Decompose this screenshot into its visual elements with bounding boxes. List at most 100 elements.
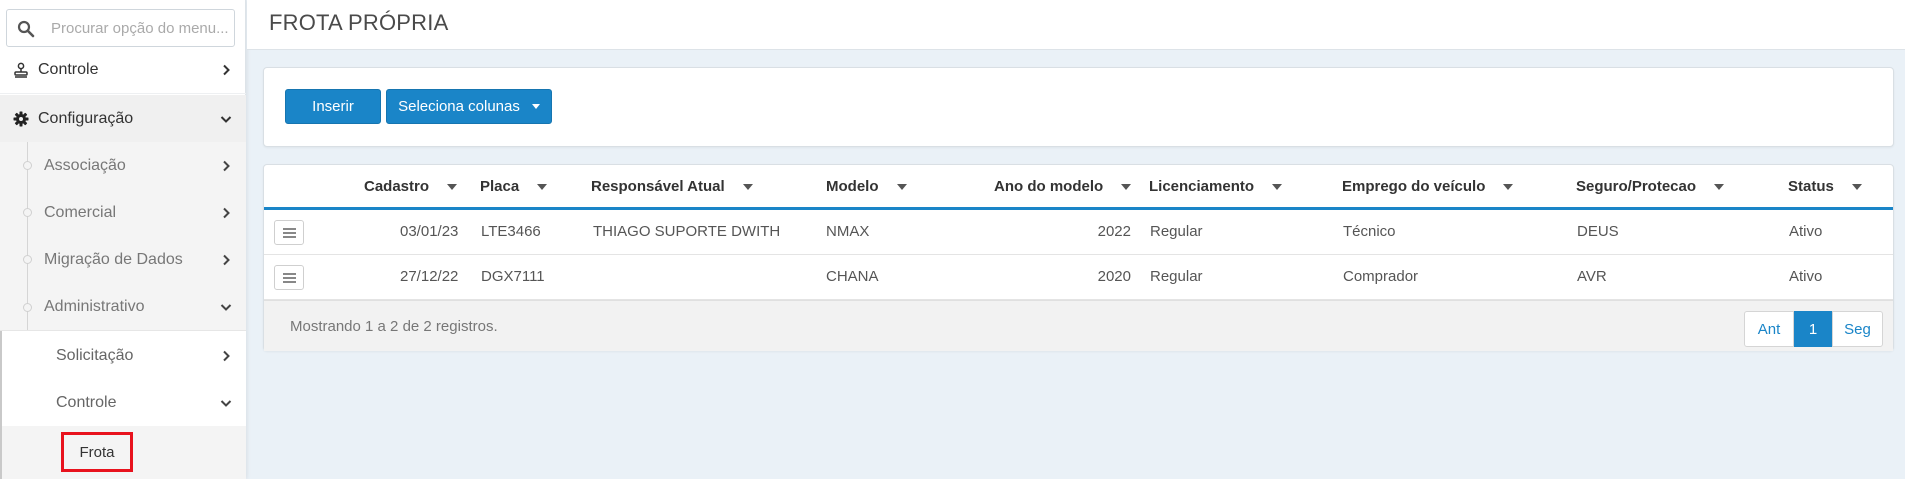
table-header: Cadastro Placa Responsável Atual Modelo …	[264, 165, 1893, 210]
chevron-down-icon	[220, 115, 232, 123]
sidebar-item-frota[interactable]: Frota	[61, 432, 133, 472]
column-header-ano-modelo[interactable]: Ano do modelo	[994, 178, 1132, 195]
sort-icon	[1272, 183, 1283, 190]
cell-ano: 2022	[1097, 223, 1131, 240]
menu-search-input[interactable]	[51, 18, 231, 38]
gear-icon	[13, 111, 29, 126]
pagination-next-button[interactable]: Seg	[1832, 311, 1883, 347]
sidebar-item-frota-label: Frota	[79, 443, 115, 461]
chevron-right-icon	[223, 160, 230, 171]
cell-emprego: Comprador	[1343, 268, 1419, 285]
sidebar-subitem-administrativo[interactable]: Administrativo	[0, 284, 246, 331]
sidebar: Controle Configuração Associação Comerci…	[0, 0, 246, 479]
stamp-icon	[14, 62, 28, 78]
cell-modelo: CHANA	[826, 268, 879, 285]
table-row: 27/12/22 DGX7111 CHANA 2020 Regular Comp…	[264, 255, 1893, 300]
sort-icon	[1503, 183, 1514, 190]
cell-seguro: DEUS	[1577, 223, 1619, 240]
column-header-placa[interactable]: Placa	[480, 178, 548, 195]
cell-emprego: Técnico	[1343, 223, 1396, 240]
cell-licenciamento: Regular	[1150, 223, 1203, 240]
toolbar-panel: Inserir Seleciona colunas	[263, 67, 1894, 147]
tree-node-dot	[23, 161, 32, 170]
column-label: Emprego do veículo	[1342, 178, 1486, 195]
sidebar-subitem-label: Administrativo	[44, 298, 145, 315]
cell-cadastro: 27/12/22	[400, 268, 459, 285]
column-header-seguro[interactable]: Seguro/Protecao	[1576, 178, 1725, 195]
sidebar-subitem-label: Migração de Dados	[44, 250, 183, 268]
sort-icon	[1714, 183, 1725, 190]
column-header-responsavel[interactable]: Responsável Atual	[591, 178, 753, 195]
search-icon	[17, 20, 35, 38]
cell-cadastro: 03/01/23	[400, 223, 459, 240]
records-info: Mostrando 1 a 2 de 2 registros.	[290, 318, 498, 335]
tree-node-dot	[23, 208, 32, 217]
chevron-right-icon	[223, 350, 230, 361]
column-label: Status	[1788, 178, 1834, 195]
sidebar-subitem-migracao[interactable]: Migração de Dados	[0, 236, 246, 283]
sidebar-subitem-controle[interactable]: Controle	[0, 379, 246, 426]
sidebar-item-controle[interactable]: Controle	[0, 47, 246, 94]
cell-licenciamento: Regular	[1150, 268, 1203, 285]
sidebar-item-configuracao[interactable]: Configuração	[0, 95, 246, 142]
top-bar: FROTA PRÓPRIA	[247, 0, 1905, 50]
row-menu-icon[interactable]	[274, 220, 304, 245]
sort-icon	[742, 183, 753, 190]
chevron-right-icon	[223, 64, 230, 76]
sort-icon	[1121, 183, 1132, 190]
insert-button[interactable]: Inserir	[285, 89, 381, 124]
column-label: Modelo	[826, 178, 879, 195]
sort-icon	[1851, 183, 1862, 190]
table-row: 03/01/23 LTE3466 THIAGO SUPORTE DWITH NM…	[264, 210, 1893, 255]
column-label: Responsável Atual	[591, 178, 725, 195]
cell-placa: DGX7111	[481, 268, 545, 285]
sidebar-subitem-label: Associação	[44, 156, 126, 174]
chevron-right-icon	[223, 207, 230, 218]
pagination: Ant 1 Seg	[1744, 311, 1883, 347]
sort-icon	[896, 183, 907, 190]
chevron-down-icon	[220, 304, 232, 311]
cell-placa: LTE3466	[481, 223, 541, 240]
cell-status: Ativo	[1789, 223, 1823, 240]
column-label: Licenciamento	[1149, 178, 1255, 195]
table-footer: Mostrando 1 a 2 de 2 registros. Ant 1 Se…	[264, 300, 1893, 351]
column-label: Seguro/Protecao	[1576, 178, 1697, 195]
cell-responsavel: THIAGO SUPORTE DWITH	[593, 223, 781, 240]
pagination-page-button[interactable]: 1	[1794, 311, 1832, 347]
row-menu-icon[interactable]	[274, 265, 304, 290]
sort-icon	[447, 183, 458, 190]
page-title: FROTA PRÓPRIA	[269, 10, 449, 35]
column-label: Ano do modelo	[994, 178, 1104, 195]
cell-seguro: AVR	[1577, 268, 1607, 285]
pagination-prev-button[interactable]: Ant	[1744, 311, 1794, 347]
caret-down-icon	[531, 104, 540, 109]
sidebar-subitem-label: Comercial	[44, 203, 117, 221]
chevron-down-icon	[220, 399, 232, 407]
sort-icon	[537, 183, 548, 190]
column-header-cadastro[interactable]: Cadastro	[364, 178, 458, 195]
fleet-table: Cadastro Placa Responsável Atual Modelo …	[263, 164, 1894, 351]
column-header-licenciamento[interactable]: Licenciamento	[1149, 178, 1283, 195]
column-header-emprego[interactable]: Emprego do veículo	[1342, 178, 1514, 195]
cell-status: Ativo	[1789, 268, 1823, 285]
select-columns-label: Seleciona colunas	[398, 98, 520, 115]
chevron-right-icon	[223, 254, 230, 265]
sidebar-subitem-solicitacao[interactable]: Solicitação	[0, 332, 246, 379]
tree-node-dot	[23, 255, 32, 264]
sidebar-subitem-label: Solicitação	[56, 346, 134, 364]
insert-button-label: Inserir	[312, 98, 354, 115]
sidebar-subitem-comercial[interactable]: Comercial	[0, 189, 246, 236]
column-label: Placa	[480, 178, 520, 195]
cell-ano: 2020	[1097, 268, 1131, 285]
column-label: Cadastro	[364, 178, 430, 195]
tree-node-dot	[23, 302, 32, 312]
column-header-modelo[interactable]: Modelo	[826, 178, 907, 195]
sidebar-subitem-associacao[interactable]: Associação	[0, 142, 246, 189]
sidebar-item-label: Configuração	[38, 109, 134, 127]
menu-search-box[interactable]	[6, 9, 235, 47]
sidebar-subitem-label: Controle	[56, 393, 117, 411]
cell-modelo: NMAX	[826, 223, 870, 240]
sidebar-item-label: Controle	[38, 61, 99, 78]
select-columns-button[interactable]: Seleciona colunas	[386, 89, 552, 124]
column-header-status[interactable]: Status	[1788, 178, 1862, 195]
